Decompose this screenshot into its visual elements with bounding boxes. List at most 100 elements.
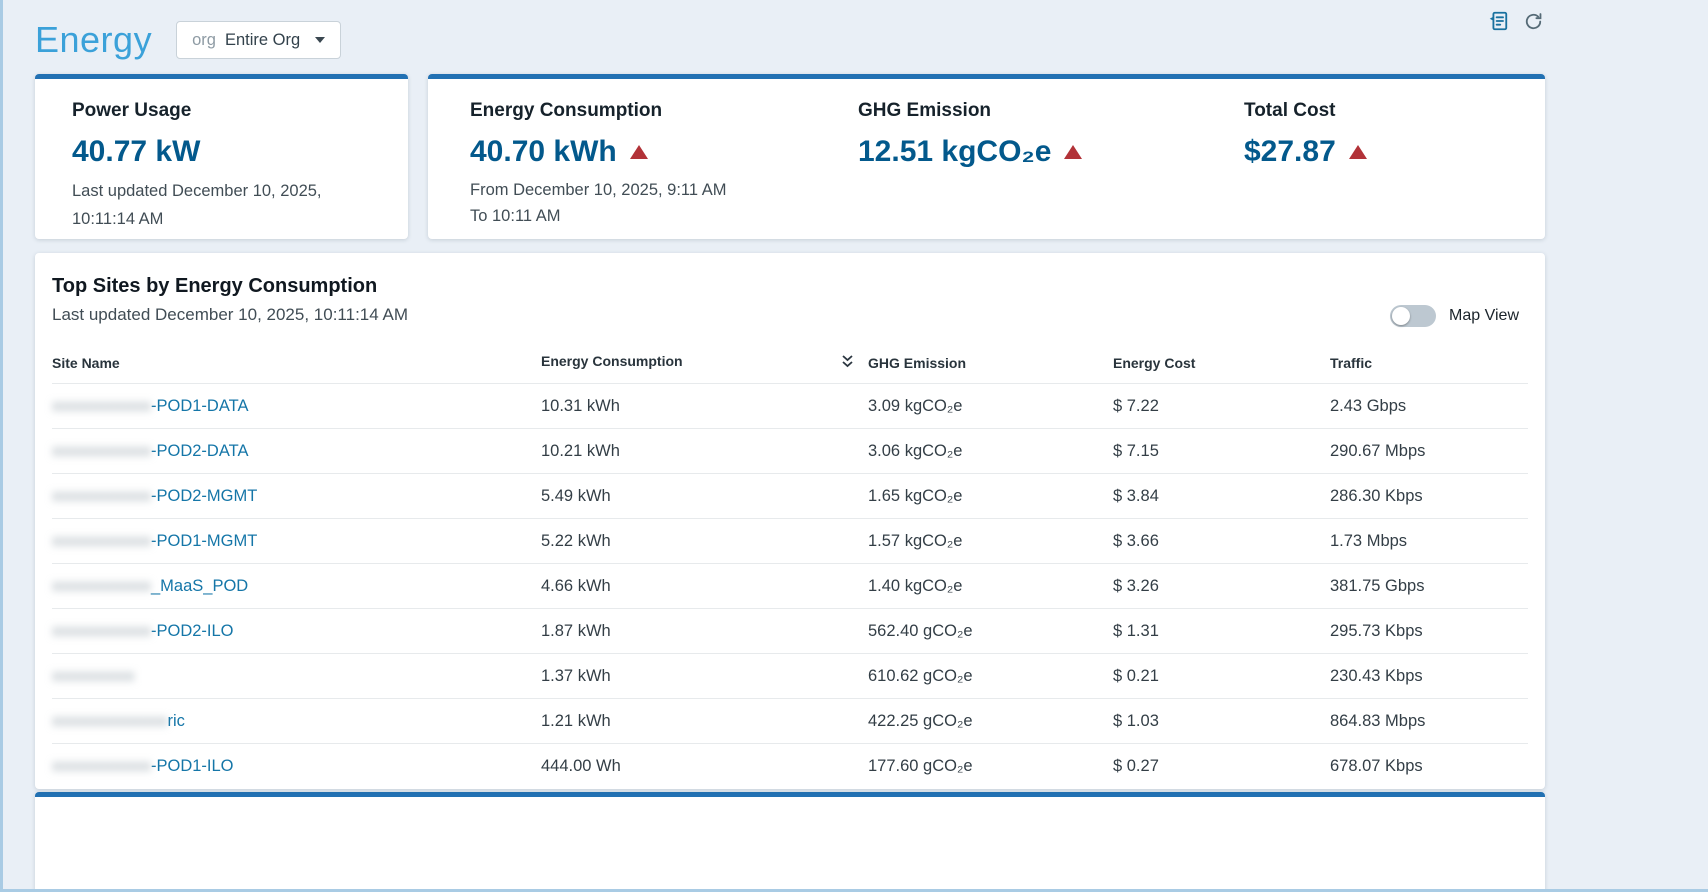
energy-consumption-to: To 10:11 AM — [470, 207, 561, 226]
site-name-suffix: -POD1-MGMT — [151, 531, 258, 550]
site-name-suffix: -POD1-ILO — [151, 756, 234, 775]
energy-cost-cell: $ 7.22 — [1113, 383, 1330, 429]
energy-consumption-cell: 1.21 kWh — [541, 698, 868, 744]
table-row: xxxxxxxxxxxx-POD2-DATA 10.21 kWh 3.06 kg… — [52, 428, 1528, 474]
energy-cost-cell: $ 1.03 — [1113, 698, 1330, 744]
org-scope-label: org — [192, 30, 216, 49]
table-row: xxxxxxxxxxxx_MaaS_POD 4.66 kWh 1.40 kgCO… — [52, 563, 1528, 609]
traffic-cell: 286.30 Kbps — [1330, 473, 1528, 519]
redacted-site-prefix: xxxxxxxxxxxx — [52, 441, 151, 460]
energy-consumption-cell: 5.49 kWh — [541, 473, 868, 519]
energy-cost-cell: $ 1.31 — [1113, 608, 1330, 654]
redacted-site-prefix: xxxxxxxxxxxx — [52, 531, 151, 550]
energy-cost-cell: $ 3.26 — [1113, 563, 1330, 609]
traffic-cell: 295.73 Kbps — [1330, 608, 1528, 654]
trend-up-icon — [629, 145, 648, 159]
trend-up-icon — [1348, 145, 1367, 159]
table-row: xxxxxxxxxxxx-POD1-DATA 10.31 kWh 3.09 kg… — [52, 383, 1528, 429]
power-usage-title: Power Usage — [72, 100, 192, 121]
energy-consumption-cell: 444.00 Wh — [541, 743, 868, 789]
site-link[interactable]: xxxxxxxxxxxx-POD2-MGMT — [52, 487, 257, 505]
site-link[interactable]: xxxxxxxxxxxx-POD1-MGMT — [52, 532, 257, 550]
energy-consumption-cell: 5.22 kWh — [541, 518, 868, 564]
topbar-actions — [1487, 10, 1543, 32]
site-name-suffix: ric — [167, 711, 185, 730]
energy-consumption-cell: 1.37 kWh — [541, 653, 868, 699]
traffic-cell: 1.73 Mbps — [1330, 518, 1528, 564]
ghg-emission-cell: 422.25 gCO₂e — [868, 698, 1113, 744]
redacted-site-prefix: xxxxxxxxxx — [52, 666, 135, 685]
site-name-cell: xxxxxxxxxxxxxxric — [52, 698, 541, 744]
power-usage-card: Power Usage 40.77 kW Last updated Decemb… — [35, 74, 408, 239]
site-name-cell: xxxxxxxxxxxx-POD1-DATA — [52, 383, 541, 429]
traffic-cell: 381.75 Gbps — [1330, 563, 1528, 609]
table-row: xxxxxxxxxxxx-POD1-ILO 444.00 Wh 177.60 g… — [52, 743, 1528, 789]
total-cost-title: Total Cost — [1244, 100, 1336, 121]
column-header-traffic[interactable]: Traffic — [1330, 341, 1528, 384]
redacted-site-prefix: xxxxxxxxxxxx — [52, 756, 151, 775]
power-usage-value: 40.77 kW — [72, 135, 201, 168]
toggle-knob — [1392, 307, 1411, 325]
redacted-site-prefix: xxxxxxxxxxxx — [52, 486, 151, 505]
traffic-cell: 678.07 Kbps — [1330, 743, 1528, 789]
power-usage-updated: Last updated December 10, 2025, 10:11:14… — [72, 182, 322, 228]
energy-dashboard-page: Energy org Entire Org Power Usage 40.77 … — [35, 0, 1545, 892]
energy-consumption-from: From December 10, 2025, 9:11 AM — [470, 181, 727, 199]
column-header-energy-cost[interactable]: Energy Cost — [1113, 341, 1330, 384]
site-link[interactable]: xxxxxxxxxxxx-POD2-DATA — [52, 442, 248, 460]
site-link[interactable]: xxxxxxxxxxxx-POD2-ILO — [52, 622, 234, 640]
site-name-suffix: -POD1-DATA — [151, 396, 249, 415]
ghg-emission-cell: 1.40 kgCO₂e — [868, 563, 1113, 609]
ghg-emission-cell: 562.40 gCO₂e — [868, 608, 1113, 654]
site-link[interactable]: xxxxxxxxxxxx-POD1-ILO — [52, 757, 234, 775]
column-header-site-name[interactable]: Site Name — [52, 341, 541, 384]
topbar: Energy org Entire Org — [35, 0, 1545, 72]
site-name-cell: xxxxxxxxxxxx-POD1-MGMT — [52, 518, 541, 564]
map-view-toggle[interactable] — [1390, 305, 1437, 327]
column-header-energy-consumption-label: Energy Consumption — [541, 353, 683, 369]
refresh-icon[interactable] — [1524, 12, 1543, 31]
top-sites-title: Top Sites by Energy Consumption — [52, 275, 378, 297]
org-scope-dropdown[interactable]: org Entire Org — [176, 21, 342, 59]
energy-consumption-cell: 4.66 kWh — [541, 563, 868, 609]
sites-table: Site Name Energy Consumption GHG Emissio… — [52, 341, 1528, 789]
energy-cost-cell: $ 7.15 — [1113, 428, 1330, 474]
ghg-emission-metric: GHG Emission 12.51 kgCO₂e — [858, 100, 1244, 239]
redacted-site-prefix: xxxxxxxxxxxxxx — [52, 711, 168, 730]
energy-cost-cell: $ 0.27 — [1113, 743, 1330, 789]
map-view-label: Map View — [1449, 307, 1519, 324]
sort-descending-icon[interactable] — [841, 354, 854, 372]
site-link[interactable]: xxxxxxxxxxxx-POD1-DATA — [52, 397, 248, 415]
traffic-cell: 2.43 Gbps — [1330, 383, 1528, 429]
org-scope-value: Entire Org — [224, 30, 301, 49]
energy-consumption-cell: 10.31 kWh — [541, 383, 868, 429]
sites-table-header: Site Name Energy Consumption GHG Emissio… — [52, 341, 1528, 384]
site-link[interactable]: xxxxxxxxxxxxxxric — [52, 712, 185, 730]
report-icon[interactable] — [1487, 10, 1509, 32]
energy-cost-cell: $ 0.21 — [1113, 653, 1330, 699]
ghg-emission-value: 12.51 kgCO₂e — [858, 135, 1052, 168]
ghg-emission-cell: 610.62 gCO₂e — [868, 653, 1113, 699]
ghg-emission-cell: 1.65 kgCO₂e — [868, 473, 1113, 519]
top-sites-card: Top Sites by Energy Consumption Last upd… — [35, 253, 1545, 789]
table-row: xxxxxxxxxx 1.37 kWh 610.62 gCO₂e $ 0.21 … — [52, 653, 1528, 699]
ghg-emission-cell: 3.06 kgCO₂e — [868, 428, 1113, 474]
total-cost-value: $27.87 — [1244, 135, 1336, 168]
site-name-cell: xxxxxxxxxxxx-POD2-ILO — [52, 608, 541, 654]
table-row: xxxxxxxxxxxx-POD2-MGMT 5.49 kWh 1.65 kgC… — [52, 473, 1528, 519]
column-header-energy-consumption[interactable]: Energy Consumption — [541, 341, 868, 384]
top-sites-updated: Last updated December 10, 2025, 10:11:14… — [52, 305, 408, 324]
sites-table-body: xxxxxxxxxxxx-POD1-DATA 10.31 kWh 3.09 kg… — [52, 383, 1528, 789]
site-link[interactable]: xxxxxxxxxx — [52, 667, 135, 685]
table-row: xxxxxxxxxxxx-POD1-MGMT 5.22 kWh 1.57 kgC… — [52, 518, 1528, 564]
site-name-suffix: _MaaS_POD — [151, 576, 249, 595]
energy-consumption-title: Energy Consumption — [470, 100, 663, 121]
site-name-cell: xxxxxxxxxxxx-POD2-MGMT — [52, 473, 541, 519]
site-link[interactable]: xxxxxxxxxxxx_MaaS_POD — [52, 577, 248, 595]
redacted-site-prefix: xxxxxxxxxxxx — [52, 621, 151, 640]
map-view-control: Map View — [1390, 305, 1519, 327]
column-header-ghg-emission[interactable]: GHG Emission — [868, 341, 1113, 384]
ghg-emission-cell: 3.09 kgCO₂e — [868, 383, 1113, 429]
energy-metrics-card: Energy Consumption 40.70 kWh From Decemb… — [428, 74, 1545, 239]
site-name-suffix: -POD2-DATA — [151, 441, 249, 460]
